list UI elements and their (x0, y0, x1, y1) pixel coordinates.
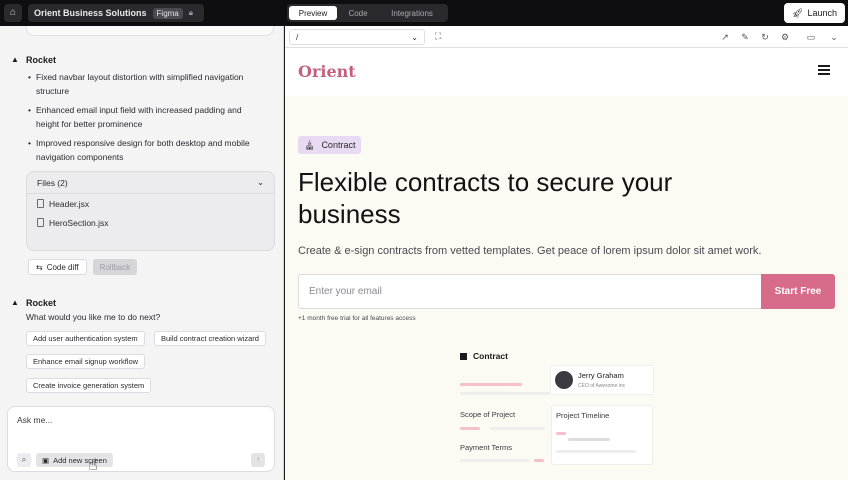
email-input[interactable]: Enter your email (298, 274, 762, 309)
code-diff-icon: ⇆ (36, 262, 43, 272)
top-bar: ⌂ Orient Business Solutions Figma 🔒︎ Pre… (0, 0, 848, 26)
figma-icon: ▣ (42, 455, 50, 465)
avatar (555, 371, 573, 389)
tab-preview[interactable]: Preview (289, 6, 337, 20)
start-free-button[interactable]: Start Free (761, 274, 835, 309)
chevron-down-icon: ⌄ (256, 177, 264, 187)
figma-badge: Figma (152, 7, 183, 19)
suggestion-chip[interactable]: Build contract creation wizard (154, 331, 266, 346)
change-list: Fixed navbar layout distortion with simp… (28, 70, 258, 169)
file-icon (37, 218, 44, 227)
placeholder-bar (534, 459, 544, 462)
contract-square-icon (460, 352, 467, 360)
view-tabs: Preview Code Integrations (287, 4, 448, 22)
files-header: Files (2) (37, 177, 68, 188)
contract-badge: ⛪︎ Contract (298, 136, 362, 154)
send-arrow-icon[interactable]: ↑ (251, 453, 265, 467)
placeholder-bar (460, 383, 522, 386)
code-diff-label: Code diff (46, 262, 79, 272)
settings-icon[interactable]: ⚙ (778, 30, 792, 44)
hand-pointer-icon: ☝︎ (88, 457, 98, 474)
home-icon[interactable]: ⌂ (4, 4, 22, 22)
placeholder-bar (460, 459, 530, 462)
hero-title: Flexible contracts to secure your busine… (298, 167, 673, 229)
building-icon: ⛪︎ (304, 139, 316, 150)
refresh-icon[interactable]: ↻ (758, 30, 772, 44)
route-value: / (296, 32, 299, 42)
tab-integrations[interactable]: Integrations (379, 6, 445, 20)
files-panel: Files (2) ⌄ Header.jsx HeroSection.jsx (26, 171, 275, 251)
project-selector[interactable]: Orient Business Solutions Figma 🔒︎ (28, 4, 204, 22)
placeholder-bar (556, 432, 566, 435)
add-new-screen-button[interactable]: ▣ Add new screen (36, 453, 113, 467)
placeholder-bar (556, 450, 636, 453)
rocket-logo-icon: ▲ (11, 298, 19, 307)
signer-card: Jerry Graham CEO of Awesome inc (550, 365, 654, 395)
placeholder-bar (460, 427, 480, 430)
chat-panel: ▲ Rocket Fixed navbar layout distortion … (0, 26, 284, 480)
rocket-logo-icon: ▲ (11, 55, 19, 64)
rocket-icon: 🚀︎ (792, 7, 804, 18)
hero-subtitle: Create & e-sign contracts from vetted te… (298, 245, 762, 257)
placeholder-bar (460, 392, 550, 395)
launch-label: Launch (807, 8, 837, 18)
preview-toolbar: / ⌄ ⛶ ↗ ✎ ↻ ⚙ ▭ ⌄ (285, 26, 848, 48)
placeholder-bar (568, 438, 610, 441)
trial-note: +1 month free trial for all features acc… (298, 315, 416, 322)
timeline-card: Project Timeline (551, 405, 653, 465)
external-link-icon[interactable]: ↗ (718, 30, 732, 44)
chat-input-placeholder: Ask me... (17, 415, 53, 425)
signer-role: CEO of Awesome inc (578, 383, 626, 389)
message-actions: ⇆ Code diff Rollback (28, 259, 138, 275)
suggestion-chip[interactable]: Add user authentication system (26, 331, 145, 346)
tab-code[interactable]: Code (337, 6, 379, 20)
rollback-label: Rollback (99, 262, 131, 272)
inspect-icon[interactable]: ✎ (738, 30, 752, 44)
signer-name: Jerry Graham (578, 371, 624, 380)
scope-label: Scope of Project (460, 410, 516, 419)
launch-button[interactable]: 🚀︎ Launch (784, 3, 845, 23)
file-item[interactable]: HeroSection.jsx (27, 213, 274, 232)
suggestion-chip[interactable]: Enhance email signup workflow (26, 354, 146, 369)
file-icon (37, 199, 44, 208)
payment-label: Payment Terms (460, 443, 512, 452)
change-item: Improved responsive design for both desk… (28, 136, 258, 164)
files-toggle[interactable]: Files (2) ⌄ (27, 172, 274, 194)
change-item: Fixed navbar layout distortion with simp… (28, 70, 258, 98)
contract-card-title: Contract (460, 351, 508, 361)
timeline-label: Project Timeline (556, 411, 610, 420)
route-select[interactable]: / ⌄ (289, 29, 425, 45)
expand-icon[interactable]: ⛶ (435, 31, 441, 42)
contract-title: Contract (473, 351, 508, 361)
paperclip-icon[interactable]: ⌕ (17, 453, 31, 467)
file-name: HeroSection.jsx (49, 217, 109, 228)
badge-label: Contract (321, 140, 356, 150)
rollback-button[interactable]: Rollback (92, 259, 138, 275)
site-navbar: Orient (285, 48, 848, 96)
lock-icon: 🔒︎ (188, 8, 194, 17)
project-name: Orient Business Solutions (34, 8, 147, 18)
assistant-author: ▲ Rocket (10, 298, 56, 308)
assistant-author: ▲ Rocket (10, 55, 56, 65)
suggestion-chip[interactable]: Create invoice generation system (26, 378, 152, 393)
code-diff-button[interactable]: ⇆ Code diff (28, 259, 87, 275)
site-logo[interactable]: Orient (298, 62, 356, 81)
file-name: Header.jsx (49, 198, 90, 209)
add-screen-label: Add new screen (53, 455, 107, 465)
change-item: Enhanced email input field with increase… (28, 103, 258, 131)
previous-message-edge (26, 26, 274, 36)
author-name: Rocket (26, 55, 57, 65)
chat-input[interactable]: Ask me... ⌕ ▣ Add new screen ↑ (7, 406, 275, 472)
preview-pane: / ⌄ ⛶ ↗ ✎ ↻ ⚙ ▭ ⌄ Orient ⛪︎ Contract Fle… (285, 26, 848, 480)
device-icon[interactable]: ▭ (804, 30, 818, 44)
email-signup: Enter your email Start Free (298, 274, 835, 309)
placeholder-bar (490, 427, 545, 430)
assistant-question: What would you like me to do next? (26, 312, 161, 322)
file-item[interactable]: Header.jsx (27, 194, 274, 213)
hamburger-menu-icon[interactable] (818, 65, 830, 75)
author-name: Rocket (26, 298, 57, 308)
chevron-down-icon[interactable]: ⌄ (827, 30, 841, 44)
chevron-down-icon: ⌄ (411, 32, 418, 42)
